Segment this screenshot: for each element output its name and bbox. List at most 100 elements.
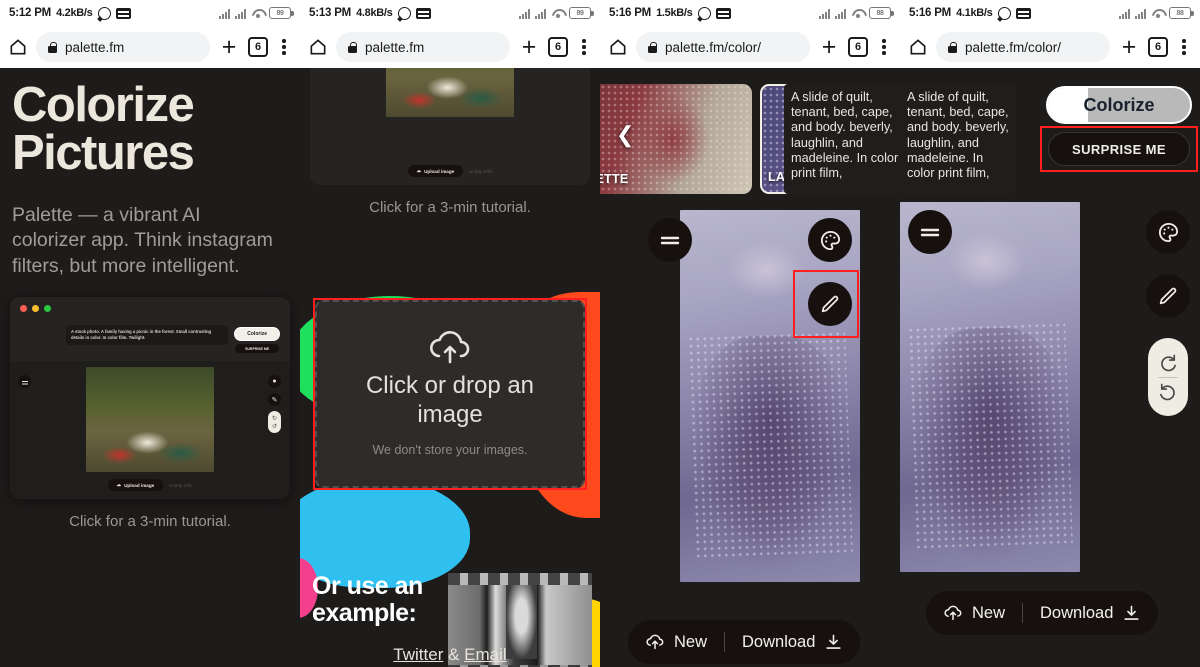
wifi-icon [251,8,264,18]
prompt-textarea[interactable]: A slide of quilt, tenant, bed, cape, and… [900,84,1016,194]
mockup-photo-picnic [386,68,514,117]
lock-icon [48,41,57,53]
twitter-link[interactable]: Twitter [393,645,443,664]
signal-icon [235,8,246,19]
surprise-me-button[interactable]: SURPRISE ME [1048,132,1190,166]
download-button[interactable]: Download [725,633,860,652]
pencil-button[interactable] [1146,274,1190,318]
home-icon[interactable] [608,37,628,57]
demo-mockup[interactable]: A stock photo. A family having a picnic … [10,297,290,500]
address-bar[interactable]: palette.fm [336,32,510,62]
palette-button[interactable] [1146,210,1190,254]
download-icon [824,633,843,652]
cloud-upload-icon [645,634,665,650]
battery-level: 89 [576,9,584,17]
whatsapp-icon [697,6,711,20]
kebab-menu-icon[interactable] [576,39,592,55]
window-dot-minimize [32,304,39,312]
page-content: E PALETTE ❮ LAVENDER DUSK ❯ A slide of q… [600,68,900,667]
home-icon[interactable] [908,37,928,57]
panel-editor: 5:16 PM 1.5kB/s 88 palette.fm/color/ + 6 [600,0,900,667]
compare-slider-icon[interactable] [908,210,952,254]
editor-tools [793,218,859,338]
download-button[interactable]: Download [1023,604,1158,623]
status-bar: 5:16 PM 4.1kB/s 88 [900,0,1200,26]
upload-dropzone[interactable]: Click or drop an image We don't store yo… [315,300,585,488]
kebab-menu-icon[interactable] [276,39,292,55]
compare-toggle-button[interactable] [648,218,692,262]
signal-icon [1135,8,1146,19]
demo-mockup-tail[interactable]: ☁ Upload image or drop a file [310,68,590,185]
status-bar: 5:12 PM 4.2kB/s 89 [0,0,300,26]
status-left: 5:13 PM 4.8kB/s [309,6,431,20]
footer-links: Twitter & Email [300,645,600,665]
undo-redo-control[interactable] [1148,338,1188,416]
whatsapp-icon [997,6,1011,20]
tutorial-caption[interactable]: Click for a 3-min tutorial. [300,199,600,216]
home-icon[interactable] [8,37,28,57]
status-time: 5:12 PM [9,7,52,19]
filmstrip-sprockets-top [448,573,592,585]
redo-icon[interactable] [1158,353,1178,373]
colorized-photo[interactable] [900,202,1080,572]
status-right: 88 [819,7,894,19]
tab-counter-button[interactable]: 6 [1148,37,1168,57]
new-tab-button[interactable]: + [218,35,240,60]
filter-card-label: E PALETTE [600,172,629,186]
new-button[interactable]: New [628,633,724,652]
pencil-button[interactable] [808,282,852,326]
colorize-button[interactable]: Colorize [1046,86,1192,124]
compare-slider-icon[interactable] [648,218,692,262]
tab-counter-button[interactable]: 6 [248,37,268,57]
edit-button-wrapper[interactable] [793,270,859,338]
download-label: Download [1040,603,1114,622]
hero-title-line-1: Colorize [12,78,195,132]
mockup-prompt-text: A stock photo. A family having a picnic … [66,325,229,346]
tutorial-caption[interactable]: Click for a 3-min tutorial. [0,513,300,530]
chevron-left-icon[interactable]: ❮ [616,124,634,146]
status-bar: 5:13 PM 4.8kB/s 89 [300,0,600,26]
mockup-upload-button: ☁ Upload image [407,165,464,177]
palette-button[interactable] [808,218,852,262]
surprise-button-wrapper[interactable]: SURPRISE ME [1040,126,1198,172]
mockup-drop-hint: or drop a file [469,168,493,174]
photo-polkadot-dress [906,321,1074,549]
new-button[interactable]: New [926,604,1022,623]
address-bar[interactable]: palette.fm/color/ [936,32,1110,62]
surprise-label: SURPRISE ME [1072,141,1166,157]
kebab-menu-icon[interactable] [876,39,892,55]
undo-icon[interactable] [1158,382,1178,402]
new-tab-button[interactable]: + [518,35,540,60]
email-link[interactable]: Email [464,645,507,664]
filter-carousel[interactable]: E PALETTE ❮ LAVENDER DUSK ❯ A slide of q… [600,68,900,202]
tab-counter-button[interactable]: 6 [548,37,568,57]
address-bar[interactable]: palette.fm [36,32,210,62]
lock-icon [348,41,357,53]
browser-toolbar: palette.fm/color/ + 6 [600,26,900,68]
whatsapp-icon [397,6,411,20]
new-tab-button[interactable]: + [818,35,840,60]
new-tab-button[interactable]: + [1118,35,1140,60]
url-text: palette.fm/color/ [665,39,762,55]
url-text: palette.fm [65,39,125,55]
tab-counter-button[interactable]: 6 [848,37,868,57]
status-left: 5:16 PM 4.1kB/s [909,6,1031,20]
panel-editor-result: 5:16 PM 4.1kB/s 88 palette.fm/color/ + 6 [900,0,1200,667]
keyboard-icon [115,7,131,19]
upload-dropzone-container[interactable]: Click or drop an image We don't store yo… [313,298,587,490]
dropzone-title: Click or drop an image [365,371,535,428]
signal-icon [535,8,546,19]
address-bar[interactable]: palette.fm/color/ [636,32,810,62]
home-icon[interactable] [308,37,328,57]
status-time: 5:13 PM [309,7,352,19]
prompt-textarea[interactable]: A slide of quilt, tenant, bed, cape, and… [784,84,900,194]
divider [1158,376,1178,378]
status-bar: 5:16 PM 1.5kB/s 88 [600,0,900,26]
compare-toggle-button[interactable] [908,210,952,254]
keyboard-icon [715,7,731,19]
kebab-menu-icon[interactable] [1176,39,1192,55]
signal-icon [835,8,846,19]
window-dot-close [20,304,27,312]
mockup-drop-hint: or drop a file [169,482,193,488]
hero-subtitle: Palette — a vibrant AI colorizer app. Th… [12,204,273,277]
